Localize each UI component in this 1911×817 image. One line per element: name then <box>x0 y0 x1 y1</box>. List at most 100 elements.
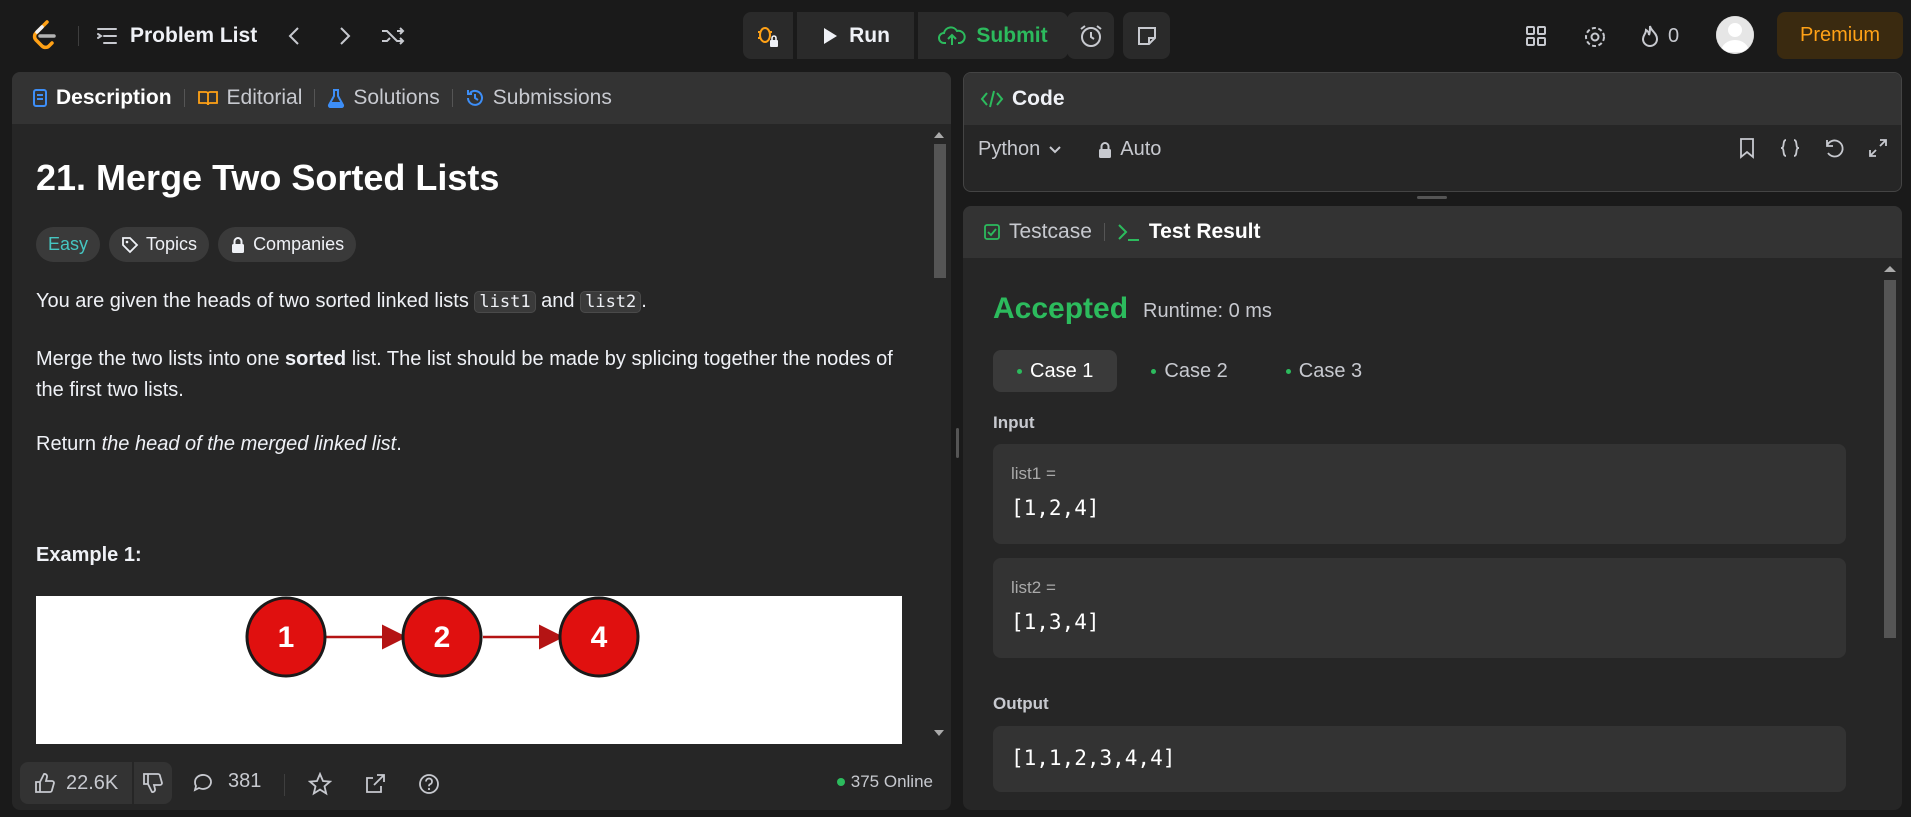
tab-solutions[interactable]: Solutions <box>327 72 440 124</box>
tab-test-result-label: Test Result <box>1148 220 1261 243</box>
tab-description[interactable]: Description <box>32 72 172 124</box>
example-heading: Example 1: <box>36 544 142 566</box>
favorite-star-icon[interactable] <box>306 770 334 798</box>
output-box: [1,1,2,3,4,4] <box>993 726 1846 792</box>
flame-icon <box>1640 24 1660 48</box>
description-scrollbar[interactable] <box>928 124 951 744</box>
scrollbar-thumb <box>934 144 946 278</box>
horizontal-resize-handle[interactable] <box>1417 196 1447 199</box>
text: and <box>535 290 581 312</box>
comment-bubble-icon <box>192 771 214 793</box>
tab-test-result[interactable]: Test Result <box>1117 206 1261 258</box>
reset-undo-icon[interactable] <box>1823 137 1845 159</box>
run-button[interactable]: Run <box>797 12 914 59</box>
help-question-icon[interactable] <box>415 770 443 798</box>
tab-divider <box>183 89 185 107</box>
tag-icon <box>121 236 139 254</box>
divider <box>78 26 79 46</box>
tab-submissions-label: Submissions <box>492 86 612 109</box>
top-navigation-bar: Problem List Run Submit 0 Premium <box>0 0 1911 72</box>
description-paragraph-1: You are given the heads of two sorted li… <box>36 286 896 318</box>
timer-button[interactable] <box>1067 12 1114 59</box>
run-label: Run <box>849 23 890 47</box>
difficulty-badge: Easy <box>36 227 101 262</box>
companies-label: Companies <box>253 234 345 254</box>
leetcode-logo-icon[interactable] <box>26 18 60 52</box>
case-label: Case 1 <box>1030 359 1094 382</box>
tab-divider <box>1103 223 1105 241</box>
tab-divider <box>451 89 453 107</box>
dislike-button[interactable] <box>134 762 173 804</box>
language-label: Python <box>978 138 1041 160</box>
linked-list-diagram: 1 2 4 <box>36 596 902 744</box>
input-name: list1 = <box>1011 464 1056 483</box>
bug-lock-icon <box>756 23 780 49</box>
settings-gear-icon[interactable] <box>1580 22 1610 52</box>
user-avatar[interactable] <box>1716 16 1754 54</box>
runtime-text: Runtime: 0 ms <box>1143 300 1272 322</box>
bookmark-icon[interactable] <box>1737 137 1757 159</box>
thumbs-down-icon <box>142 772 164 794</box>
tab-editorial[interactable]: Editorial <box>197 72 302 124</box>
share-external-link-icon[interactable] <box>361 770 389 798</box>
tab-testcase[interactable]: Testcase <box>983 206 1092 258</box>
terminal-prompt-icon <box>1117 222 1141 242</box>
code-title: Code <box>1012 87 1065 110</box>
auto-complete-toggle[interactable]: Auto <box>1098 138 1161 161</box>
premium-button[interactable]: Premium <box>1777 12 1903 59</box>
tab-submissions[interactable]: Submissions <box>465 72 612 124</box>
lock-icon <box>1098 141 1112 159</box>
pass-dot <box>1017 368 1022 374</box>
like-button[interactable]: 22.6K <box>20 762 133 804</box>
case-tab-1[interactable]: Case 1 <box>993 350 1118 392</box>
problem-list-label: Problem List <box>130 24 258 47</box>
case-label: Case 2 <box>1164 359 1228 382</box>
note-icon <box>1136 25 1158 47</box>
inline-code-list1: list1 <box>474 291 536 313</box>
case-tab-2[interactable]: Case 2 <box>1127 350 1251 392</box>
tab-description-label: Description <box>56 86 172 109</box>
language-select[interactable]: Python <box>978 138 1062 161</box>
input-name: list2 = <box>1011 578 1056 597</box>
tab-divider <box>314 89 316 107</box>
problem-list-button[interactable]: Problem List <box>96 20 257 52</box>
vertical-resize-handle[interactable] <box>956 428 959 458</box>
code-toolbar <box>1737 137 1889 159</box>
format-braces-icon[interactable] <box>1779 137 1801 159</box>
cloud-upload-icon <box>938 25 967 47</box>
online-status-dot <box>836 778 845 786</box>
case-label: Case 3 <box>1298 359 1363 382</box>
pass-dot <box>1285 368 1291 374</box>
comments-button[interactable]: 381 <box>192 770 261 793</box>
description-tab-bar: Description Editorial Solutions Submissi… <box>12 72 951 124</box>
problem-description: 21. Merge Two Sorted Lists Easy Topics C… <box>36 124 916 744</box>
case-tab-3[interactable]: Case 3 <box>1262 350 1386 392</box>
comment-count: 381 <box>228 770 262 792</box>
alarm-clock-icon <box>1078 23 1104 49</box>
companies-button[interactable]: Companies <box>218 227 357 262</box>
like-count: 22.6K <box>66 771 119 794</box>
divider <box>284 774 285 796</box>
list-node-3: 4 <box>558 596 640 678</box>
code-options: Python Auto <box>978 138 1161 161</box>
topics-label: Topics <box>146 234 198 254</box>
input-label: Input <box>993 413 1035 432</box>
description-paragraph-2: Merge the two lists into one sorted list… <box>36 344 896 406</box>
result-scrollbar[interactable] <box>1878 258 1902 810</box>
random-problem-shuffle-icon[interactable] <box>378 22 408 50</box>
bold-text: sorted <box>285 348 347 370</box>
debug-button[interactable] <box>743 12 793 59</box>
next-problem-chevron-right-icon[interactable] <box>331 22 359 50</box>
fullscreen-expand-icon[interactable] <box>1867 137 1889 159</box>
text: Return <box>36 433 102 455</box>
test-result-panel: Testcase Test Result Accepted Runtime: 0… <box>963 206 1902 810</box>
description-panel: Description Editorial Solutions Submissi… <box>12 72 951 810</box>
previous-problem-chevron-left-icon[interactable] <box>280 22 308 50</box>
history-icon <box>465 88 485 108</box>
problem-tags: Easy Topics Companies <box>36 227 357 262</box>
submit-button[interactable]: Submit <box>918 12 1068 59</box>
topics-button[interactable]: Topics <box>109 227 210 262</box>
streak-counter[interactable]: 0 <box>1640 22 1679 50</box>
layout-grid-icon[interactable] <box>1522 22 1550 50</box>
notes-button[interactable] <box>1123 12 1170 59</box>
